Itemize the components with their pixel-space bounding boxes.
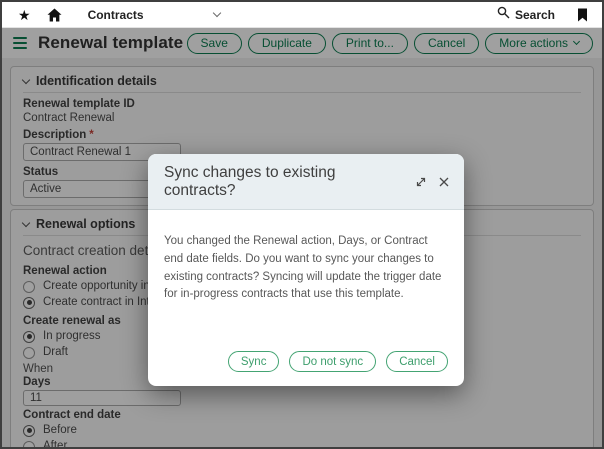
bookmark-icon[interactable] xyxy=(577,8,588,22)
contracts-app-menu[interactable]: Contracts xyxy=(88,8,220,22)
do-not-sync-button[interactable]: Do not sync xyxy=(289,351,376,372)
dialog-header: Sync changes to existing contracts? xyxy=(148,154,464,210)
sync-button[interactable]: Sync xyxy=(228,351,280,372)
close-icon[interactable] xyxy=(438,176,450,188)
top-nav-bar: ★ Contracts Search xyxy=(2,2,602,28)
dialog-message: You changed the Renewal action, Days, or… xyxy=(148,210,464,304)
contracts-app-label: Contracts xyxy=(88,8,144,22)
dialog-cancel-button[interactable]: Cancel xyxy=(386,351,448,372)
dialog-buttons: Sync Do not sync Cancel xyxy=(148,351,464,386)
search-icon xyxy=(497,6,510,24)
expand-dialog-icon[interactable] xyxy=(415,176,427,188)
search-label: Search xyxy=(515,8,555,22)
dialog-title: Sync changes to existing contracts? xyxy=(164,164,404,200)
chevron-down-icon xyxy=(212,9,220,17)
sync-changes-dialog: Sync changes to existing contracts? You … xyxy=(148,154,464,386)
home-icon[interactable] xyxy=(47,8,62,22)
search-button[interactable]: Search xyxy=(497,6,555,24)
favorites-star-icon[interactable]: ★ xyxy=(18,8,31,22)
app-window: ★ Contracts Search Renewal template Save… xyxy=(0,0,604,449)
